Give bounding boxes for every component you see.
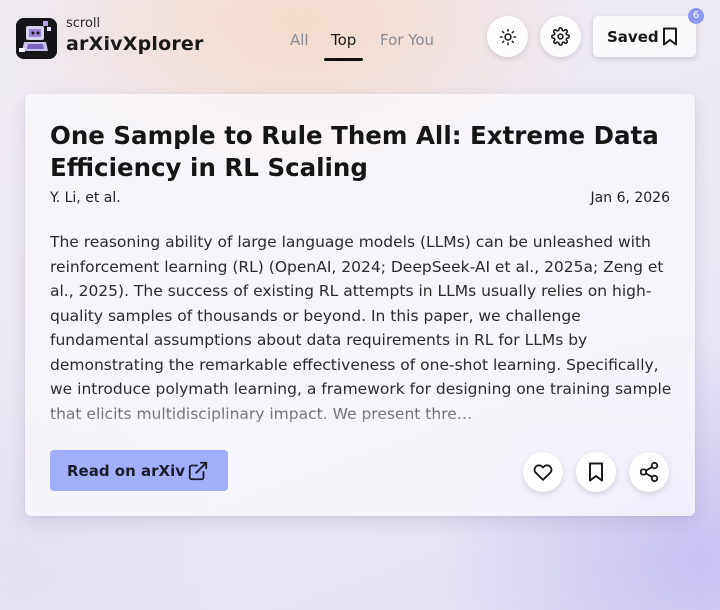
paper-authors: Y. Li, et al.: [50, 190, 121, 206]
share-button[interactable]: [629, 452, 669, 492]
tab-all[interactable]: All: [284, 30, 315, 60]
sun-icon: [499, 28, 516, 45]
heart-icon: [533, 464, 553, 481]
theme-toggle-button[interactable]: [487, 16, 528, 57]
app-name: arXivXplorer: [66, 33, 204, 55]
read-on-arxiv-button[interactable]: Read on arXiv: [50, 450, 228, 491]
bookmark-button[interactable]: [576, 452, 616, 492]
brand: scroll arXivXplorer: [66, 16, 204, 56]
settings-button[interactable]: [540, 16, 581, 57]
paper-date: Jan 6, 2026: [590, 190, 670, 206]
bookmark-icon: [589, 462, 603, 482]
app-logo: [16, 18, 57, 59]
app-subtitle: scroll: [66, 16, 101, 31]
share-icon: [639, 461, 659, 483]
tab-for-you[interactable]: For You: [374, 30, 440, 60]
app-header: scroll arXivXplorer All Top For You Save…: [0, 0, 720, 80]
paper-title: One Sample to Rule Them All: Extreme Dat…: [50, 121, 659, 182]
bookmark-icon: [663, 27, 677, 46]
tab-top[interactable]: Top: [323, 30, 364, 61]
saved-label: Saved: [607, 27, 659, 46]
saved-button[interactable]: Saved 6: [593, 8, 704, 57]
saved-count-badge: 6: [688, 8, 704, 24]
gear-icon: [551, 27, 570, 46]
paper-abstract: The reasoning ability of large language …: [50, 233, 672, 423]
like-button[interactable]: [523, 452, 563, 492]
external-link-icon: [188, 461, 208, 481]
paper-card: One Sample to Rule Them All: Extreme Dat…: [25, 94, 695, 516]
read-on-arxiv-label: Read on arXiv: [67, 461, 186, 480]
